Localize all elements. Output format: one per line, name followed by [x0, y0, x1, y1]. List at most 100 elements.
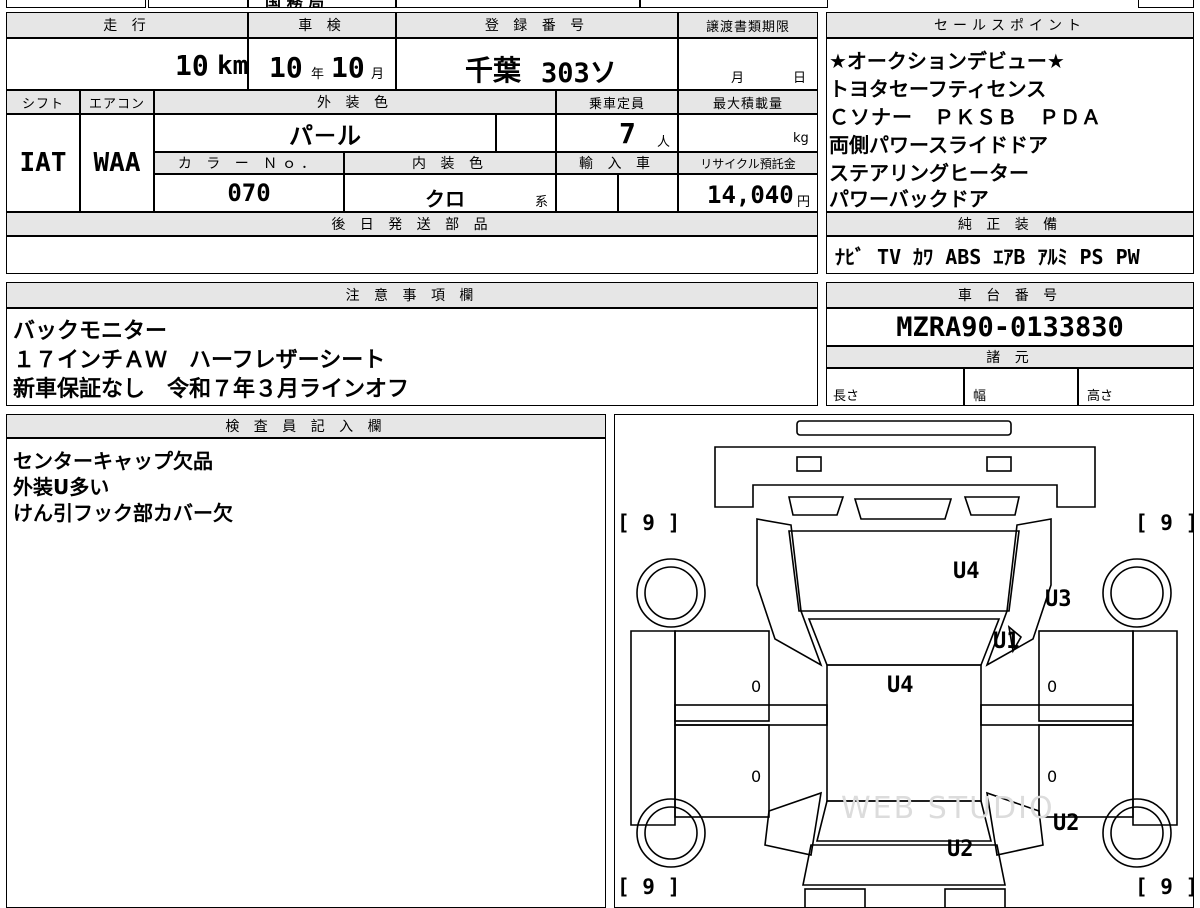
- transfer-day-unit: 日: [793, 71, 807, 86]
- inspection-header: 車 検: [248, 12, 396, 38]
- registration-cell: 千葉 303ソ5085: [396, 38, 678, 121]
- capacity-unit: 人: [657, 135, 671, 150]
- sales-points-box: ★オークションデビュー★ トヨタセーフティセンス Ｃソナー ＰＫＳＢ ＰＤＡ 両…: [826, 38, 1194, 212]
- car-diagram-panel: [ 9 ] [ 9 ] [ 9 ] [ 9 ] U4 U3 U1 U4 U2 U…: [614, 414, 1194, 908]
- registration-header: 登 録 番 号: [396, 12, 678, 38]
- pillar-right: [980, 704, 1134, 726]
- recycle-unit: 円: [797, 195, 811, 210]
- transfer-deadline-header: 譲渡書類期限: [678, 12, 818, 38]
- sales-point-2: トヨタセーフティセンス: [829, 77, 1047, 101]
- top-strip-cell-2: [148, 0, 248, 8]
- headlight-right: [986, 456, 1012, 472]
- capacity-header: 乗車定員: [556, 90, 678, 114]
- damage-mark-hood: U4: [953, 559, 980, 584]
- interior-color-header: 内 装 色: [344, 152, 556, 174]
- sales-point-5: ステアリングヒーター: [829, 161, 1029, 185]
- top-strip-fragment: 国 務 局: [265, 0, 324, 7]
- windshield: [807, 618, 1001, 666]
- capacity-value: 7: [619, 117, 636, 150]
- door-mark-front-left: 0: [751, 677, 762, 696]
- side-rail-right: [1132, 630, 1178, 826]
- aircon-cell: WAA: [80, 114, 154, 212]
- exterior-color-value: パ－ル: [289, 121, 361, 150]
- spec-length-label: 長さ: [833, 389, 860, 404]
- import-cell-2: [618, 174, 678, 212]
- notes-header: 注 意 事 項 欄: [6, 282, 818, 308]
- sales-point-4: 両側パワースライドドア: [829, 133, 1048, 157]
- front-fender-left: [756, 518, 823, 667]
- inspection-month-unit: 月: [371, 67, 385, 82]
- later-parts-header: 後 日 発 送 部 品: [6, 212, 818, 236]
- inspection-year: 10: [269, 51, 303, 84]
- import-header: 輸 入 車: [556, 152, 678, 174]
- car-body-diagram: [630, 420, 1178, 907]
- front-bumper-tab: [796, 420, 1012, 436]
- wheel-front-right-outer: [1102, 558, 1172, 628]
- sales-point-3: Ｃソナー ＰＫＳＢ ＰＤＡ: [829, 105, 1102, 129]
- spec-length-cell: 長さ: [826, 368, 964, 406]
- damage-mark-roof: U4: [887, 673, 914, 698]
- top-strip-cell-1: [6, 0, 146, 8]
- notes-box: バックモニター １７インチＡＷ ハーフレザーシート 新車保証なし 令和７年３月ラ…: [6, 308, 818, 406]
- mileage-cell: 10 km: [6, 38, 248, 90]
- front-door-right: [1038, 630, 1134, 722]
- mileage-value: 10: [175, 49, 209, 82]
- vent: [853, 498, 953, 520]
- front-bumper: [714, 446, 1096, 508]
- notes-line-2: １７インチＡＷ ハーフレザーシート: [13, 348, 386, 373]
- spec-height-label: 高さ: [1087, 389, 1114, 404]
- shift-cell: IAT: [6, 114, 80, 212]
- exterior-color-extra: [496, 114, 556, 152]
- spec-width-cell: 幅: [964, 368, 1078, 406]
- inspector-line-2: 外装U多い: [13, 475, 110, 499]
- later-parts-cell: [6, 236, 818, 274]
- exterior-color-header: 外 装 色: [154, 90, 556, 114]
- interior-color-value: クロ: [425, 187, 465, 211]
- recycle-value: 14,040: [707, 181, 794, 209]
- hood: [788, 530, 1020, 612]
- grille-left: [788, 496, 845, 516]
- capacity-cell: 7 人: [556, 114, 678, 152]
- wheel-rear-right-outer: [1102, 798, 1172, 868]
- inspection-cell: 10 年 10 月: [248, 38, 396, 90]
- wheel-front-left-inner: [644, 566, 698, 620]
- sales-point-1: ★オークションデビュー★: [829, 49, 1065, 73]
- top-strip-cell-5: [640, 0, 828, 8]
- door-mark-front-right: 0: [1047, 677, 1058, 696]
- transfer-month-unit: 月: [731, 71, 745, 86]
- wheel-rear-right-inner: [1110, 806, 1164, 860]
- grille-right: [963, 496, 1020, 516]
- color-no-header: カ ラ ー Ｎｏ．: [154, 152, 344, 174]
- interior-color-cell: クロ 系: [344, 174, 556, 212]
- damage-mark-back-door: U2: [947, 837, 974, 862]
- inspection-year-unit: 年: [311, 67, 325, 82]
- back-door: [802, 844, 1006, 886]
- tire-label-front-right: [ 9 ]: [1135, 511, 1194, 535]
- sales-point-6: パワーバックドア: [829, 187, 989, 211]
- inspector-header: 検 査 員 記 入 欄: [6, 414, 606, 438]
- rear-bumper-tab-right: [944, 888, 1006, 907]
- transfer-deadline-cell: 月 日: [678, 38, 818, 90]
- mileage-unit: km: [217, 51, 249, 81]
- front-door-left: [674, 630, 770, 722]
- interior-color-suffix: 系: [535, 195, 549, 210]
- watermark: WEB STUDIO: [841, 791, 1055, 826]
- notes-line-3: 新車保証なし 令和７年３月ラインオフ: [13, 377, 410, 402]
- aircon-header: エアコン: [80, 90, 154, 114]
- genuine-equipment-header: 純 正 装 備: [826, 212, 1194, 236]
- registration-region: 千葉: [465, 54, 522, 87]
- inspection-month: 10: [331, 51, 365, 84]
- color-no-value: 070: [227, 179, 271, 207]
- mileage-header: 走 行: [6, 12, 248, 38]
- top-strip-cell-6: [1138, 0, 1194, 8]
- pillar-left: [674, 704, 828, 726]
- spec-height-cell: 高さ: [1078, 368, 1194, 406]
- wheel-front-left-outer: [636, 558, 706, 628]
- shift-header: シフト: [6, 90, 80, 114]
- chassis-header: 車 台 番 号: [826, 282, 1194, 308]
- damage-mark-front-right: U3: [1045, 587, 1072, 612]
- tire-label-rear-left: [ 9 ]: [617, 875, 681, 899]
- import-cell-1: [556, 174, 618, 212]
- inspector-line-1: センターキャップ欠品: [13, 449, 213, 473]
- rear-bumper-tab: [804, 888, 866, 907]
